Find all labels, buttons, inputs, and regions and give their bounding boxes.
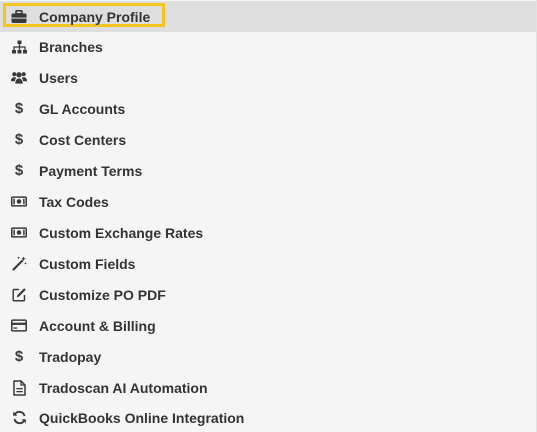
menu-item-cost-centers[interactable]: $ Cost Centers — [0, 124, 536, 155]
menu-item-custom-exchange-rates[interactable]: Custom Exchange Rates — [0, 217, 536, 248]
menu-item-label: Company Profile — [39, 8, 151, 25]
menu-item-tradoscan-ai-automation[interactable]: Tradoscan AI Automation — [0, 372, 536, 403]
menu-item-customize-po-pdf[interactable]: Customize PO PDF — [0, 279, 536, 310]
sync-icon — [11, 410, 27, 426]
menu-item-payment-terms[interactable]: $ Payment Terms — [0, 155, 536, 186]
menu-item-gl-accounts[interactable]: $ GL Accounts — [0, 93, 536, 124]
menu-item-label: Tradoscan AI Automation — [39, 379, 208, 396]
dollar-icon: $ — [14, 100, 24, 117]
settings-menu: Company Profile Branches Users $ GL Acco… — [0, 0, 537, 432]
briefcase-icon — [11, 9, 27, 25]
money-bill-icon — [11, 194, 27, 210]
dollar-icon: $ — [14, 348, 24, 365]
menu-item-label: Custom Fields — [39, 255, 136, 272]
document-icon — [11, 379, 27, 396]
menu-item-quickbooks-online-integration[interactable]: QuickBooks Online Integration — [0, 402, 536, 432]
menu-item-users[interactable]: Users — [0, 62, 536, 93]
users-icon — [11, 70, 27, 86]
menu-item-tradopay[interactable]: $ Tradopay — [0, 341, 536, 372]
menu-item-branches[interactable]: Branches — [0, 31, 536, 62]
menu-item-label: Custom Exchange Rates — [39, 224, 204, 241]
credit-card-icon — [11, 318, 27, 334]
menu-item-label: Branches — [39, 38, 103, 55]
menu-item-label: GL Accounts — [39, 100, 126, 117]
money-bill-icon — [11, 225, 27, 241]
dollar-icon: $ — [14, 131, 24, 148]
menu-item-custom-fields[interactable]: Custom Fields — [0, 248, 536, 279]
edit-icon — [11, 287, 27, 303]
menu-item-label: Payment Terms — [39, 162, 143, 179]
magic-wand-icon — [11, 256, 27, 272]
menu-item-label: Tax Codes — [39, 193, 109, 210]
menu-item-tax-codes[interactable]: Tax Codes — [0, 186, 536, 217]
menu-item-label: Account & Billing — [39, 317, 156, 334]
menu-item-company-profile[interactable]: Company Profile — [0, 1, 536, 32]
menu-item-label: QuickBooks Online Integration — [39, 409, 245, 426]
menu-item-label: Cost Centers — [39, 131, 127, 148]
menu-item-label: Users — [39, 69, 78, 86]
menu-item-label: Customize PO PDF — [39, 286, 166, 303]
dollar-icon: $ — [14, 162, 24, 179]
menu-item-account-billing[interactable]: Account & Billing — [0, 310, 536, 341]
sitemap-icon — [11, 39, 27, 55]
menu-item-label: Tradopay — [39, 348, 102, 365]
